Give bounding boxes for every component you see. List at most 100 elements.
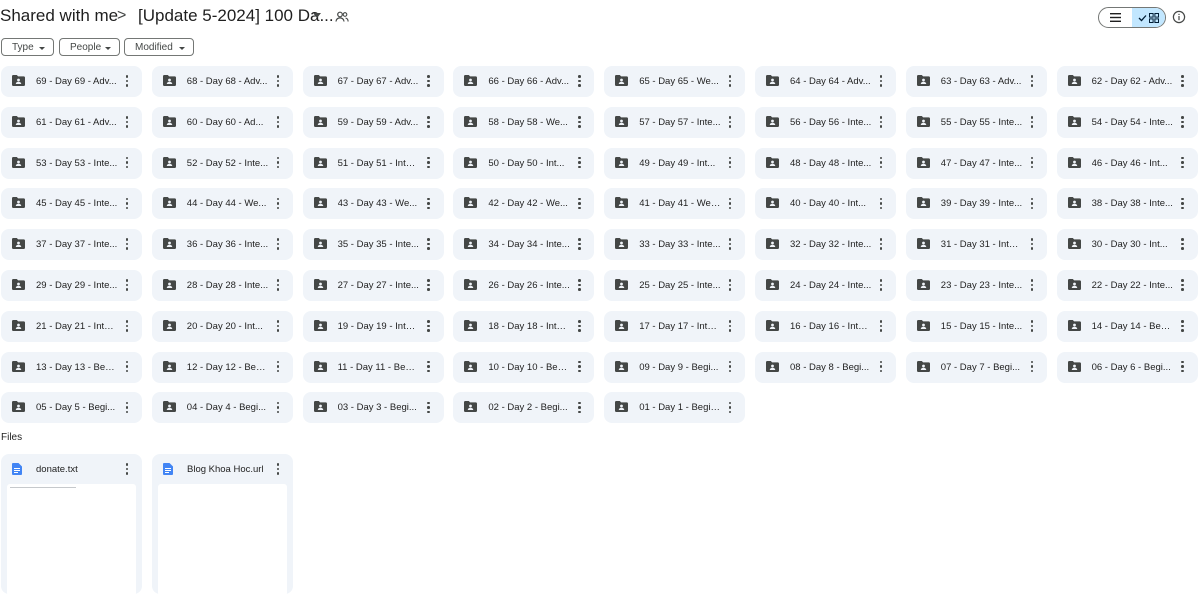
folder-item[interactable]: 53 - Day 53 - Inte... — [1, 147, 142, 179]
folder-item[interactable]: 68 - Day 68 - Adv... — [151, 66, 293, 97]
more-options-icon[interactable] — [424, 74, 434, 88]
more-options-icon[interactable] — [725, 400, 735, 414]
folder-item[interactable]: 28 - Day 28 - Inte... — [151, 270, 293, 301]
more-options-icon[interactable] — [1178, 156, 1188, 170]
folder-item[interactable]: 24 - Day 24 - Inte... — [755, 270, 896, 301]
folder-item[interactable]: 49 - Day 49 - Int... — [604, 147, 746, 179]
more-options-icon[interactable] — [725, 237, 735, 251]
more-options-icon[interactable] — [424, 115, 434, 129]
folder-item[interactable]: 30 - Day 30 - Int... — [1056, 229, 1198, 261]
more-options-icon[interactable] — [273, 400, 283, 414]
folder-item[interactable]: 66 - Day 66 - Adv... — [453, 66, 595, 97]
folder-item[interactable]: 42 - Day 42 - We... — [453, 188, 595, 220]
folder-item[interactable]: 14 - Day 14 - Begi... — [1056, 310, 1198, 342]
more-options-icon[interactable] — [574, 400, 584, 414]
more-options-icon[interactable] — [122, 462, 132, 476]
breadcrumb-shared-with-me[interactable]: Shared with me — [0, 6, 118, 26]
folder-item[interactable]: 05 - Day 5 - Begi... — [1, 392, 142, 424]
more-options-icon[interactable] — [424, 156, 434, 170]
folder-item[interactable]: 02 - Day 2 - Begi... — [453, 392, 595, 424]
more-options-icon[interactable] — [1027, 237, 1037, 251]
folder-item[interactable]: 21 - Day 21 - Inter... — [1, 310, 142, 342]
folder-item[interactable]: 61 - Day 61 - Adv... — [1, 106, 142, 138]
more-options-icon[interactable] — [1027, 74, 1037, 88]
folder-menu-caret-icon[interactable] — [313, 13, 321, 18]
more-options-icon[interactable] — [1178, 115, 1188, 129]
folder-item[interactable]: 40 - Day 40 - Int... — [755, 188, 896, 220]
breadcrumb-current-folder[interactable]: [Update 5-2024] 100 Da... — [138, 6, 334, 26]
folder-item[interactable]: 34 - Day 34 - Inte... — [453, 229, 595, 261]
more-options-icon[interactable] — [273, 278, 283, 292]
folder-item[interactable]: 06 - Day 6 - Begi... — [1056, 351, 1198, 383]
folder-item[interactable]: 67 - Day 67 - Adv... — [302, 66, 444, 97]
folder-item[interactable]: 62 - Day 62 - Adv... — [1056, 66, 1198, 97]
more-options-icon[interactable] — [424, 237, 434, 251]
file-card[interactable]: Blog Khoa Hoc.url — [152, 454, 293, 594]
folder-item[interactable]: 65 - Day 65 - We... — [604, 66, 746, 97]
folder-item[interactable]: 04 - Day 4 - Begi... — [151, 392, 293, 424]
file-card[interactable]: donate.txt — [1, 454, 142, 594]
folder-item[interactable]: 12 - Day 12 - Begi... — [151, 351, 293, 383]
more-options-icon[interactable] — [122, 278, 132, 292]
folder-item[interactable]: 55 - Day 55 - Inte... — [905, 106, 1047, 138]
more-options-icon[interactable] — [876, 74, 886, 88]
more-options-icon[interactable] — [273, 237, 283, 251]
more-options-icon[interactable] — [1178, 74, 1188, 88]
more-options-icon[interactable] — [574, 115, 584, 129]
more-options-icon[interactable] — [424, 278, 434, 292]
more-options-icon[interactable] — [725, 319, 735, 333]
more-options-icon[interactable] — [1178, 360, 1188, 374]
more-options-icon[interactable] — [876, 196, 886, 210]
folder-item[interactable]: 16 - Day 16 - Inter... — [755, 310, 896, 342]
more-options-icon[interactable] — [574, 319, 584, 333]
more-options-icon[interactable] — [876, 360, 886, 374]
more-options-icon[interactable] — [1178, 196, 1188, 210]
more-options-icon[interactable] — [725, 156, 735, 170]
more-options-icon[interactable] — [1027, 278, 1037, 292]
folder-item[interactable]: 64 - Day 64 - Adv... — [755, 66, 896, 97]
folder-item[interactable]: 36 - Day 36 - Inte... — [151, 229, 293, 261]
folder-item[interactable]: 69 - Day 69 - Adv... — [1, 66, 142, 97]
folder-item[interactable]: 58 - Day 58 - We... — [453, 106, 595, 138]
folder-item[interactable]: 17 - Day 17 - Inter... — [604, 310, 746, 342]
folder-item[interactable]: 13 - Day 13 - Begi... — [1, 351, 142, 383]
folder-item[interactable]: 57 - Day 57 - Inte... — [604, 106, 746, 138]
more-options-icon[interactable] — [725, 115, 735, 129]
more-options-icon[interactable] — [1027, 196, 1037, 210]
more-options-icon[interactable] — [424, 196, 434, 210]
more-options-icon[interactable] — [424, 400, 434, 414]
filter-people-chip[interactable]: People — [59, 38, 120, 56]
more-options-icon[interactable] — [122, 360, 132, 374]
more-options-icon[interactable] — [574, 237, 584, 251]
more-options-icon[interactable] — [574, 156, 584, 170]
more-options-icon[interactable] — [876, 319, 886, 333]
more-options-icon[interactable] — [122, 196, 132, 210]
more-options-icon[interactable] — [574, 278, 584, 292]
folder-item[interactable]: 60 - Day 60 - Ad... — [151, 106, 293, 138]
more-options-icon[interactable] — [122, 156, 132, 170]
folder-item[interactable]: 37 - Day 37 - Inte... — [1, 229, 142, 261]
shared-folder-icon[interactable] — [335, 10, 349, 24]
more-options-icon[interactable] — [273, 319, 283, 333]
more-options-icon[interactable] — [424, 360, 434, 374]
folder-item[interactable]: 03 - Day 3 - Begi... — [302, 392, 444, 424]
more-options-icon[interactable] — [122, 400, 132, 414]
folder-item[interactable]: 25 - Day 25 - Inte... — [604, 270, 746, 301]
folder-item[interactable]: 54 - Day 54 - Inte... — [1056, 106, 1198, 138]
folder-item[interactable]: 51 - Day 51 - Inter... — [302, 147, 444, 179]
more-options-icon[interactable] — [574, 196, 584, 210]
grid-view-button[interactable] — [1132, 8, 1165, 27]
folder-item[interactable]: 27 - Day 27 - Inte... — [302, 270, 444, 301]
more-options-icon[interactable] — [1027, 156, 1037, 170]
more-options-icon[interactable] — [725, 196, 735, 210]
folder-item[interactable]: 56 - Day 56 - Inte... — [755, 106, 896, 138]
more-options-icon[interactable] — [876, 156, 886, 170]
folder-item[interactable]: 35 - Day 35 - Inte... — [302, 229, 444, 261]
folder-item[interactable]: 38 - Day 38 - Inte... — [1056, 188, 1198, 220]
filter-type-chip[interactable]: Type — [1, 38, 54, 56]
more-options-icon[interactable] — [273, 462, 283, 476]
folder-item[interactable]: 50 - Day 50 - Int... — [453, 147, 595, 179]
folder-item[interactable]: 10 - Day 10 - Beg... — [453, 351, 595, 383]
more-options-icon[interactable] — [725, 278, 735, 292]
more-options-icon[interactable] — [1027, 319, 1037, 333]
